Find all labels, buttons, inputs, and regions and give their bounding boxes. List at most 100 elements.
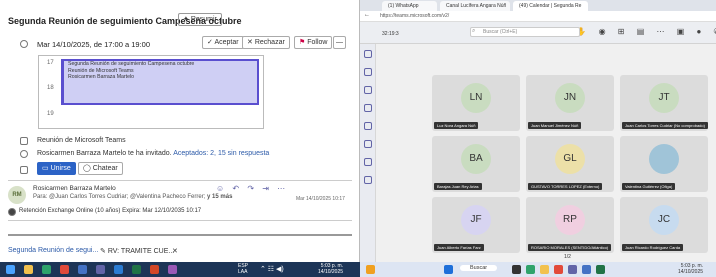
participant-name: Valentina Gutiérrez (Ofiga)	[622, 183, 676, 190]
follow-button[interactable]: ⚑ Follow	[294, 36, 333, 49]
tray-icons[interactable]: ⌃ ☷ ◀)	[260, 265, 284, 273]
language-indicator[interactable]: ESP LAA	[238, 263, 248, 275]
recipients-line[interactable]: Para: @Juan Carlos Torres Cudriar; @Vale…	[33, 194, 232, 200]
edge-icon[interactable]	[42, 265, 51, 274]
participant-avatar: RP	[555, 205, 585, 235]
teams-app-icon[interactable]	[568, 265, 577, 274]
reject-button[interactable]: ✕ Rechazar	[242, 36, 290, 49]
app-icon[interactable]	[168, 265, 177, 274]
word-icon[interactable]	[114, 265, 123, 274]
windows-start-icon[interactable]	[444, 265, 453, 274]
participant-tile[interactable]: GL GUSTAVO TORRES LOPEZ (Externo)	[526, 136, 614, 192]
more-options-button[interactable]: —	[333, 36, 346, 49]
scrollbar[interactable]	[8, 234, 352, 236]
meeting-timer: 32:19:3	[382, 31, 399, 37]
participant-avatar: JF	[461, 205, 491, 235]
files-nav-icon[interactable]	[364, 140, 372, 148]
participant-tile[interactable]: BA Barajas Juan Rey Arias	[432, 136, 520, 192]
participant-tile[interactable]: LN Luz Nora Angara Núñ	[432, 75, 520, 131]
participant-avatar: JT	[649, 83, 679, 113]
url-text: https://teams.microsoft.com/v2/	[380, 13, 450, 19]
chat-button[interactable]: ◯ Chatear	[78, 162, 123, 175]
participant-tile[interactable]: RP ROSARIO MORALES (SENTIDO/Atlántico)	[526, 197, 614, 253]
people-icon	[20, 150, 28, 158]
calls-nav-icon[interactable]	[364, 122, 372, 130]
participant-tile[interactable]: JF Juan Alberto Farías Farz	[432, 197, 520, 253]
bottom-tab-2[interactable]: ✎ RV: TRAMITE CUE...	[100, 247, 174, 255]
windows-taskbar: ESP LAA ⌃ ☷ ◀) 5:03 p. m. 14/10/2025	[0, 262, 360, 277]
clock-icon	[20, 40, 28, 48]
participant-tile[interactable]: JT Juan Carlos Torres Cudriar (No comprob…	[620, 75, 708, 131]
back-icon[interactable]: ←	[364, 12, 370, 18]
clock-date: 14/10/2025	[318, 269, 344, 275]
excel-icon[interactable]	[132, 265, 141, 274]
participant-tile[interactable]: JC Juan Ricardo Rodríguez Carda	[620, 197, 708, 253]
explorer-icon[interactable]	[24, 265, 33, 274]
windows-start-icon[interactable]	[6, 265, 15, 274]
reaction-icons[interactable]: ☺ ↶ ↷ ⇥ ⋯	[216, 184, 288, 193]
chat-label: Chatear	[92, 165, 118, 172]
teams-browser-panel: (1) WhatsApp Canal Lucífera Angara Núñ (…	[360, 0, 716, 277]
clock[interactable]: 5:03 p. m. 14/10/2025	[318, 263, 343, 275]
reject-label: Rechazar	[254, 39, 285, 46]
weather-icon[interactable]	[366, 265, 375, 274]
calendar-nav-icon[interactable]	[364, 104, 372, 112]
teams-search-input[interactable]: Buscar (Ctrl+E)	[470, 27, 580, 37]
chrome-icon[interactable]	[554, 265, 563, 274]
outlook-panel: Segunda Reunión de seguimiento Campesena…	[0, 0, 360, 277]
teams-app-icon[interactable]	[96, 265, 105, 274]
participant-name: Juan Alberto Farías Farz	[434, 244, 484, 251]
teams-sidebar	[360, 44, 376, 262]
resume-button[interactable]: ✦ Resumir	[178, 13, 222, 26]
accept-button[interactable]: ✓ Aceptar	[202, 36, 244, 49]
browser-tab[interactable]: (1) WhatsApp	[382, 1, 437, 11]
browser-tab-active[interactable]: (49) Calendar | Segunda Re	[513, 1, 588, 11]
divider	[8, 180, 352, 181]
participant-name: GUSTAVO TORRES LOPEZ (Externo)	[528, 183, 603, 190]
follow-label: Follow	[307, 39, 328, 46]
to-label: Para: @Juan Carlos Torres Cudriar; @Vale…	[33, 194, 208, 200]
activity-icon[interactable]	[364, 50, 372, 58]
taskview-icon[interactable]	[512, 265, 521, 274]
chrome-icon[interactable]	[60, 265, 69, 274]
participant-tile[interactable]: Valentina Gutiérrez (Ofiga)	[620, 136, 708, 192]
flag-icon: ⚑	[299, 39, 306, 46]
participant-grid: LN Luz Nora Angara Núñ JN Juan Manuel Jimén…	[432, 75, 708, 257]
more-recipients[interactable]: y 15 más	[207, 194, 232, 200]
close-icon[interactable]: ✕	[172, 247, 178, 255]
bottom-tab-1[interactable]: Segunda Reunión de segui...	[8, 247, 98, 254]
taskbar-search[interactable]: Buscar	[460, 265, 498, 271]
windows-taskbar: Buscar 5:03 p. m. 14/10/2025	[360, 262, 716, 277]
lang2-label: LAA	[238, 269, 248, 275]
calendar-event[interactable]: Segunda Reunión de seguimiento Campesena…	[61, 59, 259, 105]
resume-label: Resumir	[190, 16, 217, 23]
participant-name: Luz Nora Angara Núñ	[434, 122, 479, 129]
participant-name: Juan Manuel Jiménez Núñ	[528, 122, 582, 129]
browser-tab[interactable]: Canal Lucífera Angara Núñ	[440, 1, 510, 11]
apps-nav-icon[interactable]	[364, 158, 372, 166]
excel-icon[interactable]	[596, 265, 605, 274]
chat-icon: ◯	[83, 165, 91, 172]
page-indicator[interactable]: 1/2	[564, 254, 571, 260]
powerpoint-icon[interactable]	[150, 265, 159, 274]
teams-nav-icon[interactable]	[364, 86, 372, 94]
join-button[interactable]: ▭ Unirse	[37, 162, 76, 175]
more-nav-icon[interactable]	[364, 176, 372, 184]
clock[interactable]: 5:03 p. m. 14/10/2025	[678, 263, 703, 275]
participant-tile[interactable]: JN Juan Manuel Jiménez Núñ	[526, 75, 614, 131]
chat-nav-icon[interactable]	[364, 68, 372, 76]
edge-icon[interactable]	[526, 265, 535, 274]
retention-text: Retención Exchange Online (10 años) Expi…	[19, 208, 202, 214]
address-bar[interactable]: ← https://teams.microsoft.com/v2/	[360, 11, 716, 22]
accepted-count[interactable]: Aceptados: 2, 15 sin respuesta	[173, 150, 269, 157]
join-label: Unirse	[50, 165, 71, 172]
participant-avatar: JC	[649, 205, 679, 235]
outlook-icon[interactable]	[78, 265, 87, 274]
explorer-icon[interactable]	[540, 265, 549, 274]
event-line: Rosicarmen Barraza Martelo	[68, 74, 135, 80]
sender-name[interactable]: Rosicarmen Barraza Martelo	[33, 185, 116, 192]
outlook-icon[interactable]	[582, 265, 591, 274]
video-icon	[20, 166, 28, 174]
hour-label: 17	[47, 60, 54, 66]
camera-icon: ▭	[42, 165, 49, 172]
